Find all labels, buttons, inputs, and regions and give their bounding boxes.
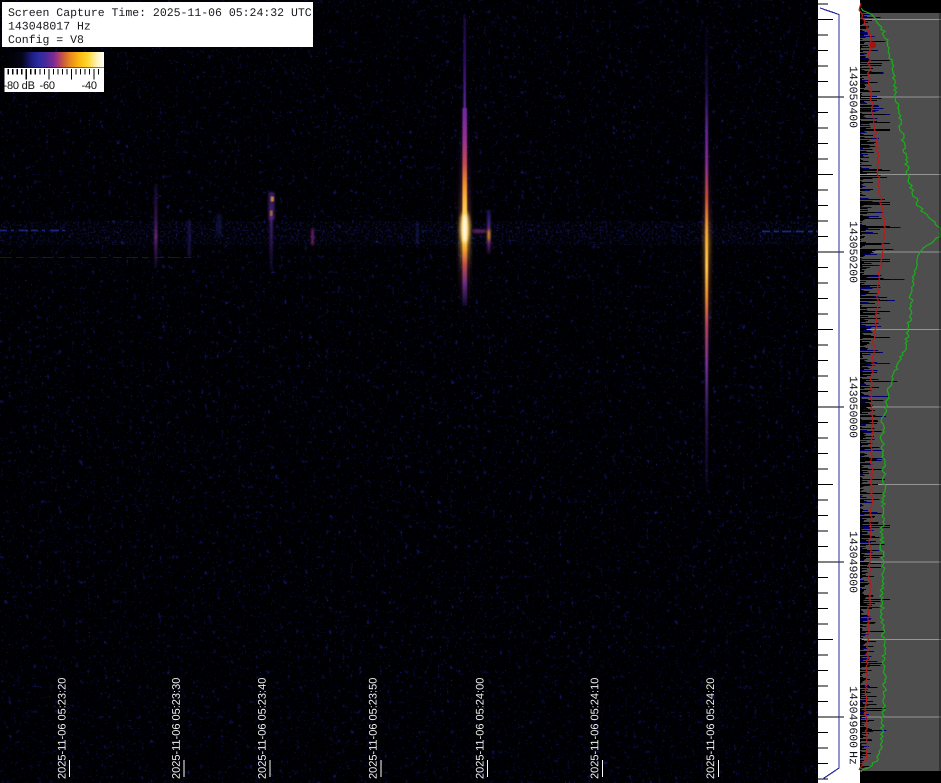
svg-text:Hz: Hz	[846, 751, 859, 765]
svg-text:2025-11-06 05:24:10: 2025-11-06 05:24:10	[589, 678, 601, 779]
svg-text:2025-11-06 05:23:50: 2025-11-06 05:23:50	[368, 678, 380, 779]
svg-text:143050400: 143050400	[846, 66, 859, 128]
svg-text:Screen Capture Time: 2025-11-0: Screen Capture Time: 2025-11-06 05:24:32…	[8, 7, 312, 20]
svg-text:-60: -60	[40, 80, 55, 92]
svg-text:-80 dB: -80 dB	[4, 80, 35, 92]
svg-text:-40: -40	[82, 80, 97, 92]
svg-text:2025-11-06 05:23:40: 2025-11-06 05:23:40	[257, 678, 269, 779]
svg-text:143049600: 143049600	[846, 686, 859, 748]
svg-text:2025-11-06 05:23:20: 2025-11-06 05:23:20	[56, 678, 68, 779]
svg-text:143048017 Hz: 143048017 Hz	[8, 21, 91, 34]
svg-text:143050000: 143050000	[846, 376, 859, 438]
svg-text:2025-11-06 05:24:20: 2025-11-06 05:24:20	[705, 678, 717, 779]
svg-text:2025-11-06 05:23:30: 2025-11-06 05:23:30	[171, 678, 183, 779]
svg-text:2025-11-06 05:24:00: 2025-11-06 05:24:00	[474, 678, 486, 779]
svg-text:143050200: 143050200	[846, 221, 859, 283]
svg-text:143049800: 143049800	[846, 531, 859, 593]
svg-text:Config = V8: Config = V8	[8, 34, 84, 47]
